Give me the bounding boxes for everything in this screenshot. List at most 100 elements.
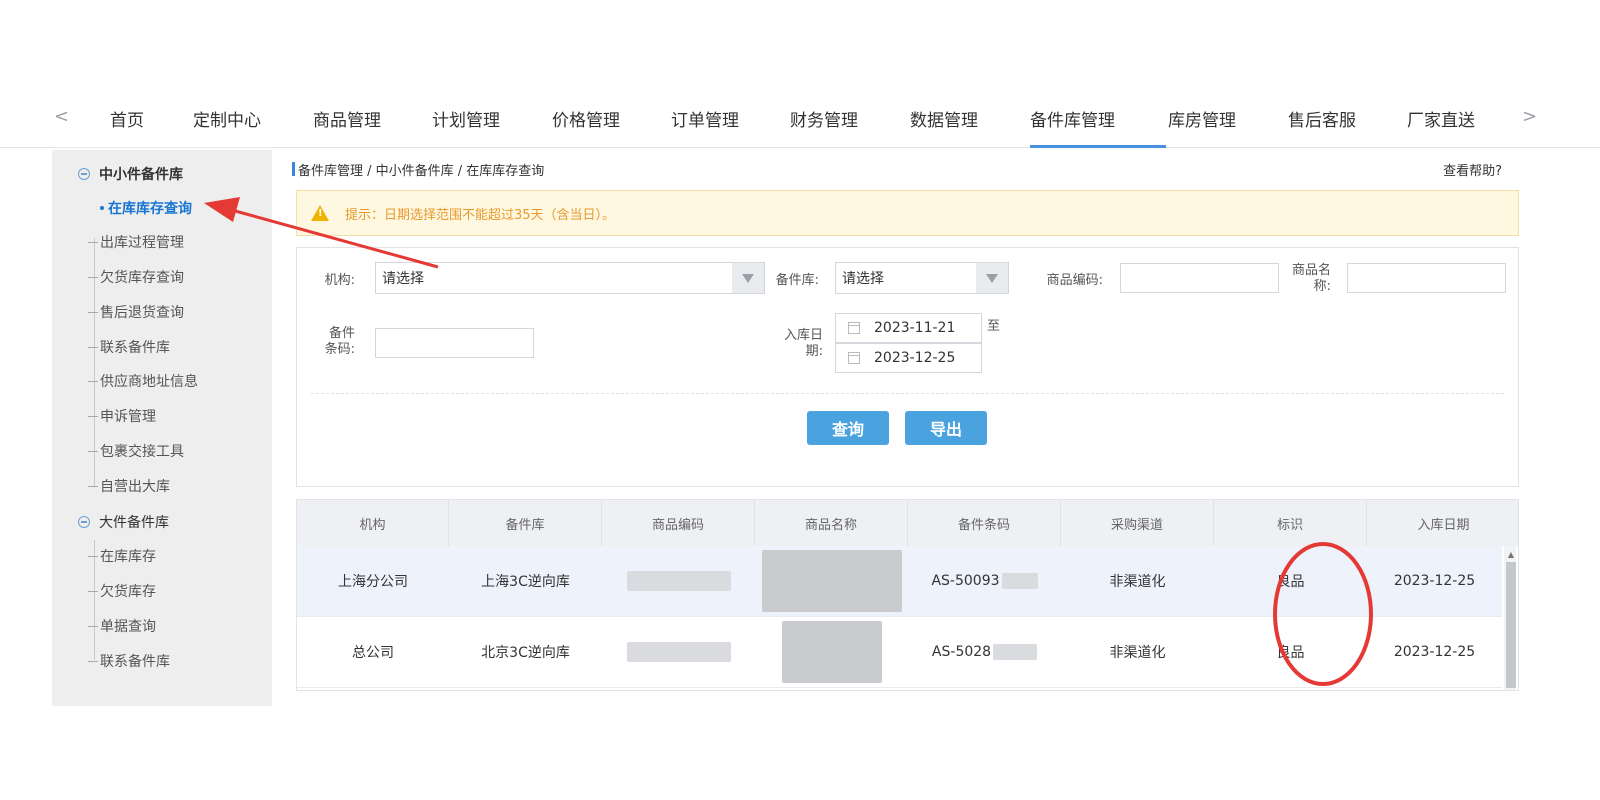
- redacted-block: [1001, 573, 1038, 589]
- date-from-picker[interactable]: 2023-11-21: [835, 313, 982, 343]
- cell-product-code: [602, 617, 755, 687]
- cell-barcode: AS-50093: [908, 546, 1061, 616]
- sidebar-item-label: 出库过程管理: [100, 235, 184, 251]
- warehouse-select[interactable]: 请选择: [835, 262, 1009, 294]
- product-name-input[interactable]: [1347, 263, 1506, 293]
- table-row[interactable]: 上海分公司 上海3C逆向库 AS-50093 非渠道化 良品 2023-12-2…: [297, 546, 1502, 617]
- date-to-value: 2023-12-25: [874, 350, 956, 366]
- column-header[interactable]: 商品名称: [755, 500, 908, 546]
- redacted-block: [781, 621, 882, 683]
- nav-next-arrow[interactable]: >: [1522, 106, 1537, 127]
- sidebar-item-outbound-process[interactable]: 出库过程管理: [88, 232, 184, 252]
- product-name-label: 商品名称:: [1291, 263, 1331, 294]
- cell-warehouse: 上海3C逆向库: [481, 574, 570, 590]
- cell-channel: 非渠道化: [1109, 574, 1166, 590]
- column-header[interactable]: 备件库: [449, 500, 602, 546]
- column-header[interactable]: 机构: [297, 500, 449, 546]
- export-button[interactable]: 导出: [905, 411, 987, 445]
- column-header[interactable]: 商品编码: [602, 500, 755, 546]
- nav-item-custom-center[interactable]: 定制中心: [193, 106, 261, 131]
- calendar-icon: [848, 322, 860, 334]
- calendar-icon: [848, 352, 860, 364]
- nav-item-after-sales[interactable]: 售后客服: [1288, 106, 1356, 131]
- sidebar-item-label: 在库库存: [100, 549, 156, 565]
- form-divider: [311, 393, 1504, 394]
- nav-item-plan-management[interactable]: 计划管理: [432, 106, 500, 131]
- dropdown-caret-icon: [976, 263, 1008, 293]
- nav-item-spare-parts-management[interactable]: 备件库管理: [1030, 106, 1115, 131]
- sidebar-item-in-stock-query[interactable]: 在库库存查询: [92, 198, 192, 218]
- column-header[interactable]: 备件条码: [908, 500, 1061, 546]
- search-form: 机构: 请选择 备件库: 请选择 商品编码: 商品名称: 备件条码: 入库日期:…: [296, 247, 1519, 487]
- product-code-input[interactable]: [1120, 263, 1279, 293]
- notice-banner: ! 提示：日期选择范围不能超过35天（含当日）。: [296, 190, 1519, 236]
- cell-product-name: [755, 617, 908, 687]
- sidebar-item-label: 欠货库存: [100, 584, 156, 600]
- sidebar-item-supplier-address[interactable]: 供应商地址信息: [88, 371, 198, 391]
- cell-channel: 非渠道化: [1109, 645, 1166, 661]
- nav-item-warehouse-management[interactable]: 库房管理: [1168, 106, 1236, 131]
- warning-icon: !: [311, 205, 329, 221]
- query-button[interactable]: 查询: [807, 411, 889, 445]
- nav-item-home[interactable]: 首页: [110, 106, 144, 131]
- org-select[interactable]: 请选择: [375, 262, 765, 294]
- column-header[interactable]: 采购渠道: [1061, 500, 1214, 546]
- sidebar-item-self-outbound[interactable]: 自营出大库: [88, 476, 170, 496]
- cell-barcode: AS-5028: [908, 617, 1061, 687]
- collapse-icon[interactable]: [78, 168, 90, 180]
- sidebar-item-label: 自营出大库: [100, 479, 170, 495]
- nav-item-order-management[interactable]: 订单管理: [671, 106, 739, 131]
- product-code-label: 商品编码:: [1046, 273, 1103, 288]
- sidebar-item-document-query[interactable]: 单据查询: [88, 616, 156, 636]
- cell-product-name: [755, 546, 908, 616]
- cell-date: 2023-12-25: [1393, 644, 1476, 660]
- sidebar-item-large-in-stock[interactable]: 在库库存: [88, 546, 156, 566]
- scroll-up-icon[interactable]: ▲: [1508, 550, 1514, 559]
- sidebar-item-label: 联系备件库: [100, 654, 170, 670]
- table-row[interactable]: 总公司 北京3C逆向库 AS-5028 非渠道化 良品 2023-12-25: [297, 617, 1502, 688]
- sidebar-item-contact-warehouse[interactable]: 联系备件库: [88, 337, 170, 357]
- cell-date: 2023-12-25: [1393, 573, 1476, 589]
- cell-org: 总公司: [352, 645, 394, 661]
- sidebar-group-large-parts[interactable]: 大件备件库: [78, 512, 169, 532]
- barcode-label: 备件条码:: [324, 326, 355, 357]
- inbound-date-label: 入库日期:: [783, 328, 823, 359]
- sidebar-item-large-backorder[interactable]: 欠货库存: [88, 581, 156, 601]
- date-to-picker[interactable]: 2023-12-25: [835, 343, 982, 373]
- sidebar-item-label: 包裹交接工具: [100, 444, 184, 460]
- scrollbar-thumb[interactable]: [1506, 562, 1516, 688]
- barcode-text: AS-5028: [931, 644, 992, 660]
- nav-item-finance-management[interactable]: 财务管理: [790, 106, 858, 131]
- sidebar-item-return-query[interactable]: 售后退货查询: [88, 302, 184, 322]
- column-header[interactable]: 入库日期: [1367, 500, 1518, 546]
- help-link[interactable]: 查看帮助?: [1443, 160, 1502, 179]
- sidebar-group-small-parts[interactable]: 中小件备件库: [78, 164, 183, 184]
- cell-mark: 良品: [1276, 645, 1305, 661]
- date-from-value: 2023-11-21: [874, 320, 956, 336]
- warehouse-select-value: 请选择: [842, 271, 884, 287]
- sidebar-item-label: 供应商地址信息: [100, 374, 198, 390]
- nav-item-product-management[interactable]: 商品管理: [313, 106, 381, 131]
- sidebar-item-appeal-management[interactable]: 申诉管理: [88, 406, 156, 426]
- inventory-table: 机构 备件库 商品编码 商品名称 备件条码 采购渠道 标识 入库日期 上海分公司…: [296, 499, 1519, 691]
- nav-item-price-management[interactable]: 价格管理: [552, 106, 620, 131]
- column-header[interactable]: 标识: [1214, 500, 1367, 546]
- top-nav: < 首页 定制中心 商品管理 计划管理 价格管理 订单管理 财务管理 数据管理 …: [0, 92, 1600, 148]
- active-dot-icon: [100, 206, 104, 210]
- sidebar-item-label: 欠货库存查询: [100, 270, 184, 286]
- cell-mark: 良品: [1276, 574, 1305, 590]
- sidebar-group-title: 中小件备件库: [99, 167, 183, 183]
- barcode-input[interactable]: [375, 328, 534, 358]
- redacted-block: [626, 571, 731, 591]
- nav-item-data-management[interactable]: 数据管理: [910, 106, 978, 131]
- sidebar-item-parcel-handover[interactable]: 包裹交接工具: [88, 441, 184, 461]
- sidebar-item-large-contact[interactable]: 联系备件库: [88, 651, 170, 671]
- sidebar-item-label: 联系备件库: [100, 340, 170, 356]
- sidebar-item-backorder-query[interactable]: 欠货库存查询: [88, 267, 184, 287]
- nav-item-direct-delivery[interactable]: 厂家直送: [1407, 106, 1475, 131]
- cell-org: 上海分公司: [338, 574, 408, 590]
- nav-prev-arrow[interactable]: <: [54, 106, 69, 127]
- sidebar: 中小件备件库 在库库存查询 出库过程管理 欠货库存查询 售后退货查询 联系备件库…: [52, 150, 272, 706]
- collapse-icon[interactable]: [78, 516, 90, 528]
- sidebar-item-label: 申诉管理: [100, 409, 156, 425]
